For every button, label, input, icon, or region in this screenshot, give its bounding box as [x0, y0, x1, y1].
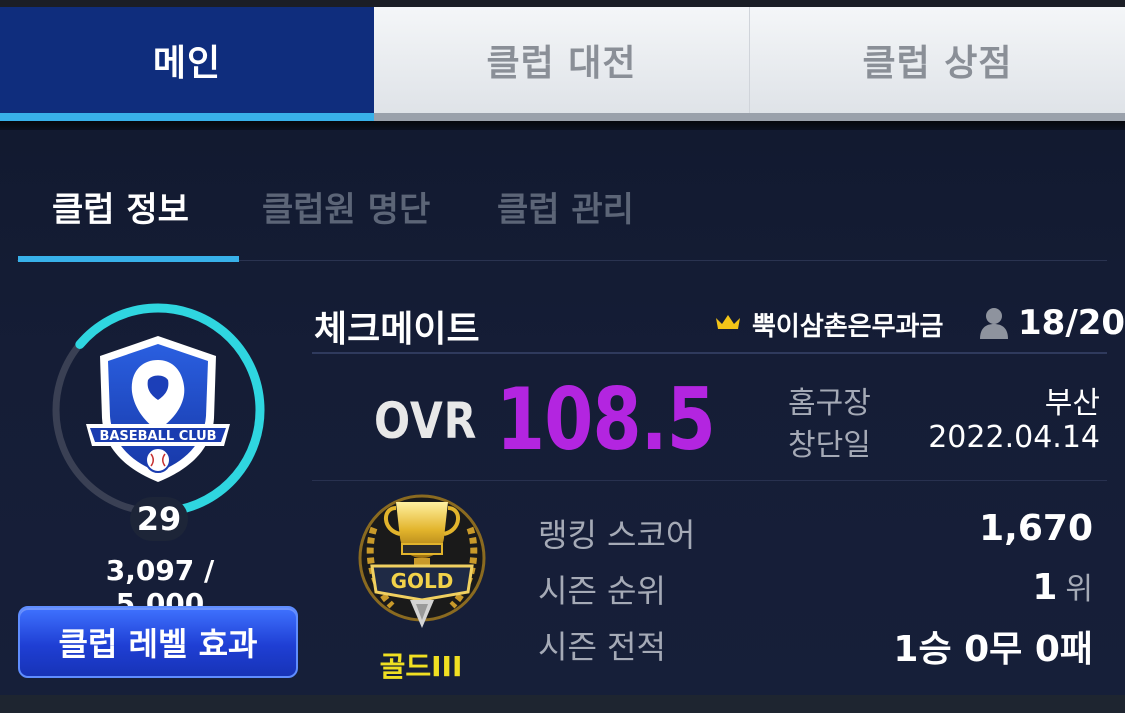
- club-level-effect-button[interactable]: 클럽 레벨 효과: [18, 606, 298, 678]
- subtab-member-list[interactable]: 클럽원 명단: [262, 182, 430, 231]
- main-tab-active-indicator: [0, 113, 374, 121]
- person-icon: [980, 308, 1008, 339]
- club-name: 체크메이트: [314, 309, 480, 350]
- tier-badge-text: GOLD: [391, 569, 454, 593]
- club-leader-name[interactable]: 뿍이삼촌은무과금: [752, 306, 943, 343]
- season-record-value: 1승 0무 0패: [893, 629, 1093, 670]
- season-rank-unit: 위: [1065, 572, 1093, 607]
- subtab-club-info[interactable]: 클럽 정보: [52, 182, 189, 231]
- info-divider: [312, 480, 1107, 481]
- club-level: 29: [130, 497, 188, 541]
- season-rank-number: 1: [1032, 567, 1058, 608]
- subtab-active-indicator: [18, 256, 239, 262]
- crown-icon: [716, 315, 740, 329]
- tier-label: 골드III: [379, 650, 463, 683]
- founded-value: 2022.04.14: [928, 420, 1100, 455]
- top-strip: [0, 0, 1125, 7]
- club-emblem[interactable]: BASEBALL CLUB: [48, 300, 268, 520]
- founded-label: 창단일: [788, 428, 871, 463]
- baseball-club-logo: BASEBALL CLUB: [86, 336, 230, 482]
- member-count: 18/20: [1018, 303, 1125, 343]
- season-record-label: 시즌 전적: [538, 628, 666, 666]
- season-rank-value: 1위: [1032, 564, 1093, 608]
- ranking-score-value: 1,670: [979, 508, 1093, 549]
- main-tab-bar: 메인 클럽 대전 클럽 상점: [0, 7, 1125, 113]
- ranking-score-label: 랭킹 스코어: [538, 516, 696, 554]
- tab-main[interactable]: 메인: [0, 7, 374, 113]
- emblem-text: BASEBALL CLUB: [99, 429, 216, 444]
- ovr-label: OVR: [374, 392, 478, 450]
- season-rank-label: 시즌 순위: [538, 572, 666, 610]
- header-divider: [312, 352, 1107, 354]
- tab-club-shop[interactable]: 클럽 상점: [750, 7, 1125, 113]
- tab-club-battle[interactable]: 클럽 대전: [374, 7, 750, 113]
- stadium-label: 홈구장: [788, 386, 871, 421]
- bottom-strip: [0, 695, 1125, 713]
- gold-trophy-icon[interactable]: GOLD: [352, 488, 492, 638]
- ovr-value: 108.5: [496, 370, 716, 470]
- stadium-value: 부산: [1044, 386, 1100, 421]
- subtab-club-manage[interactable]: 클럽 관리: [497, 182, 634, 231]
- main-tab-underline: [0, 113, 1125, 121]
